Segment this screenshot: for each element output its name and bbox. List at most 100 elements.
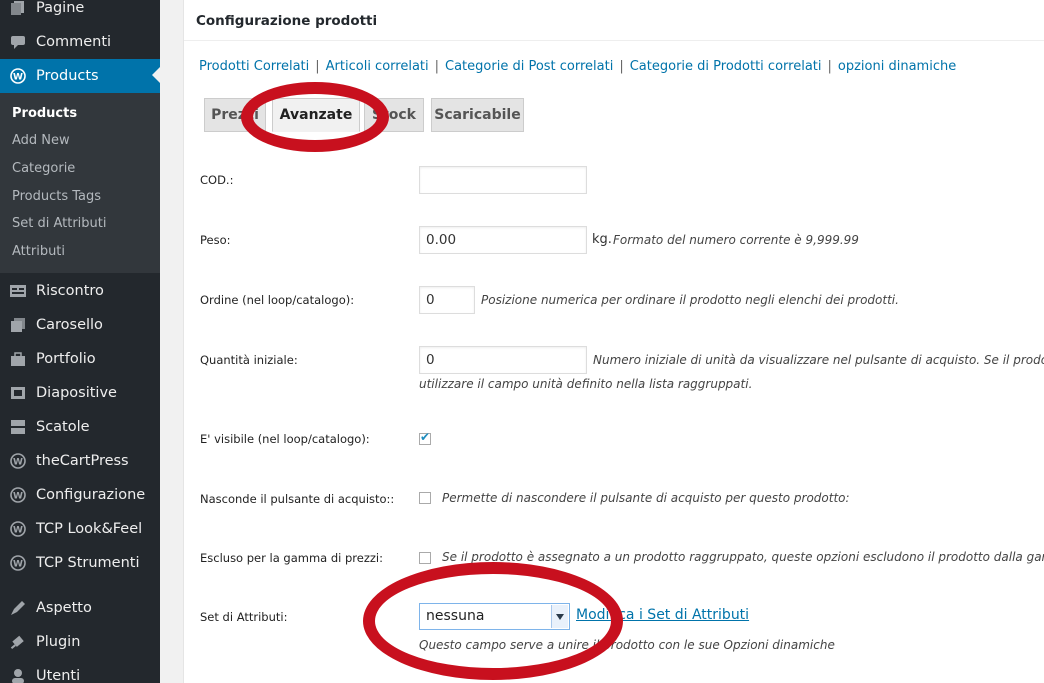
svg-text:W: W <box>13 492 23 502</box>
quantita-hint: Numero iniziale di unità da visualizzare… <box>593 353 1044 367</box>
escluso-hint: Se il prodotto è assegnato a un prodotto… <box>442 550 1044 564</box>
svg-text:W: W <box>13 73 23 83</box>
escluso-checkbox[interactable] <box>419 552 431 564</box>
select-value: nessuna <box>426 608 485 624</box>
sidebar-item-label: theCartPress <box>36 453 129 469</box>
link-separator: | <box>434 59 440 74</box>
products-submenu: Products Add New Categorie Products Tags… <box>0 93 160 273</box>
wordpress-icon: W <box>9 554 27 572</box>
visibile-checkbox[interactable]: ✔ <box>419 430 431 445</box>
tab-scaricabile[interactable]: Scaricabile <box>431 98 524 132</box>
sidebar-item-products[interactable]: W Products <box>0 59 160 93</box>
escluso-label: Escluso per la gamma di prezzi: <box>200 551 384 565</box>
feedback-icon <box>9 282 27 300</box>
link-opzioni-dinamiche[interactable]: opzioni dinamiche <box>838 59 956 74</box>
tab-prezzi[interactable]: Prezzi <box>204 98 266 132</box>
wordpress-icon: W <box>9 452 27 470</box>
submenu-item-attributi[interactable]: Attributi <box>12 244 65 259</box>
tab-stock[interactable]: Stock <box>364 98 424 132</box>
pages-icon <box>9 0 27 17</box>
quantita-input[interactable]: 0 <box>419 346 587 374</box>
sidebar-item-label: Portfolio <box>36 351 96 367</box>
quantita-hint-2: utilizzare il campo unità definito nella… <box>419 377 753 391</box>
link-separator: | <box>619 59 624 74</box>
panel-header: Configurazione prodotti <box>184 0 1044 41</box>
svg-text:W: W <box>13 458 23 468</box>
plugin-icon <box>9 633 27 651</box>
sidebar-item-plugin[interactable]: Plugin <box>0 625 160 659</box>
panel-title: Configurazione prodotti <box>196 13 378 29</box>
sidebar-item-label: Diapositive <box>36 385 117 401</box>
wordpress-icon: W <box>9 486 27 504</box>
link-articoli-correlati[interactable]: Articoli correlati <box>326 59 429 74</box>
submenu-item-categorie[interactable]: Categorie <box>12 161 75 176</box>
sidebar-item-label: Commenti <box>36 34 112 50</box>
wordpress-icon: W <box>9 67 27 85</box>
appearance-icon <box>9 599 27 617</box>
sidebar-item-label: Aspetto <box>36 600 92 616</box>
svg-text:W: W <box>13 526 23 536</box>
sidebar-item-aspetto[interactable]: Aspetto <box>0 591 160 625</box>
sidebar-item-label: Riscontro <box>36 283 104 299</box>
sidebar-item-label: Utenti <box>36 668 81 683</box>
carousel-icon <box>9 316 27 334</box>
submenu-item-set-di-attributi[interactable]: Set di Attributi <box>12 216 107 231</box>
sidebar-item-label: Configurazione <box>36 487 146 503</box>
peso-unit: kg. <box>592 232 612 247</box>
svg-text:W: W <box>13 560 23 570</box>
slides-icon <box>9 384 27 402</box>
modifica-set-attributi-link[interactable]: Modifica i Set di Attributi <box>576 607 749 623</box>
checkmark-icon: ✔ <box>420 430 431 444</box>
sidebar-item-scatole[interactable]: Scatole <box>0 410 160 444</box>
sidebar-item-label: Pagine <box>36 0 85 16</box>
peso-label: Peso: <box>200 233 231 247</box>
sidebar-item-label: Carosello <box>36 317 103 333</box>
sidebar-item-configurazione[interactable]: W Configurazione <box>0 478 160 512</box>
tab-label: Prezzi <box>211 107 259 123</box>
visibile-label: E' visibile (nel loop/catalogo): <box>200 432 370 446</box>
sidebar-item-label: Scatole <box>36 419 90 435</box>
wordpress-icon: W <box>9 520 27 538</box>
tab-avanzate[interactable]: Avanzate <box>272 98 360 132</box>
sidebar-item-utenti[interactable]: Utenti <box>0 659 160 683</box>
tab-label: Scaricabile <box>434 107 521 123</box>
peso-hint: Formato del numero corrente è 9,999.99 <box>613 233 859 247</box>
sidebar-item-commenti[interactable]: Commenti <box>0 25 160 59</box>
ordine-label: Ordine (nel loop/catalogo): <box>200 293 355 307</box>
sidebar-item-carosello[interactable]: Carosello <box>0 308 160 342</box>
sidebar-item-tcp-strumenti[interactable]: W TCP Strumenti <box>0 546 160 580</box>
sidebar-item-diapositive[interactable]: Diapositive <box>0 376 160 410</box>
comments-icon <box>9 33 27 51</box>
nasconde-checkbox[interactable] <box>419 492 431 504</box>
nasconde-label: Nasconde il pulsante di acquisto:: <box>200 492 395 506</box>
admin-sidebar: Pagine Commenti W Products Products Add … <box>0 0 160 683</box>
sidebar-item-label: Plugin <box>36 634 81 650</box>
quantita-label: Quantità iniziale: <box>200 353 298 367</box>
peso-input[interactable]: 0.00 <box>419 226 587 254</box>
ordine-hint: Posizione numerica per ordinare il prodo… <box>481 293 899 307</box>
boxes-icon <box>9 418 27 436</box>
link-categorie-prodotti-correlati[interactable]: Categorie di Prodotti correlati <box>630 59 822 74</box>
tab-label: Stock <box>371 107 416 123</box>
cod-input[interactable] <box>419 166 587 194</box>
sidebar-item-thecartpress[interactable]: W theCartPress <box>0 444 160 478</box>
sidebar-item-tcp-look-feel[interactable]: W TCP Look&Feel <box>0 512 160 546</box>
chevron-down-icon[interactable] <box>551 605 568 628</box>
sidebar-item-label: Products <box>36 68 99 84</box>
set-attributi-select[interactable]: nessuna <box>419 603 570 630</box>
sidebar-item-riscontro[interactable]: Riscontro <box>0 274 160 308</box>
sidebar-item-label: TCP Look&Feel <box>36 521 143 537</box>
ordine-input[interactable]: 0 <box>419 286 475 314</box>
link-separator: | <box>827 59 832 74</box>
link-separator: | <box>315 59 320 74</box>
sidebar-item-portfolio[interactable]: Portfolio <box>0 342 160 376</box>
link-prodotti-correlati[interactable]: Prodotti Correlati <box>199 59 309 74</box>
tab-label: Avanzate <box>279 107 353 123</box>
link-categorie-post-correlati[interactable]: Categorie di Post correlati <box>445 59 613 74</box>
submenu-item-products[interactable]: Products <box>12 106 77 121</box>
submenu-item-add-new[interactable]: Add New <box>12 133 70 148</box>
submenu-item-products-tags[interactable]: Products Tags <box>12 189 101 204</box>
product-config-panel: Configurazione prodotti Prodotti Correla… <box>183 0 1044 683</box>
sidebar-item-pagine[interactable]: Pagine <box>0 0 160 25</box>
set-attributi-label: Set di Attributi: <box>200 610 288 624</box>
